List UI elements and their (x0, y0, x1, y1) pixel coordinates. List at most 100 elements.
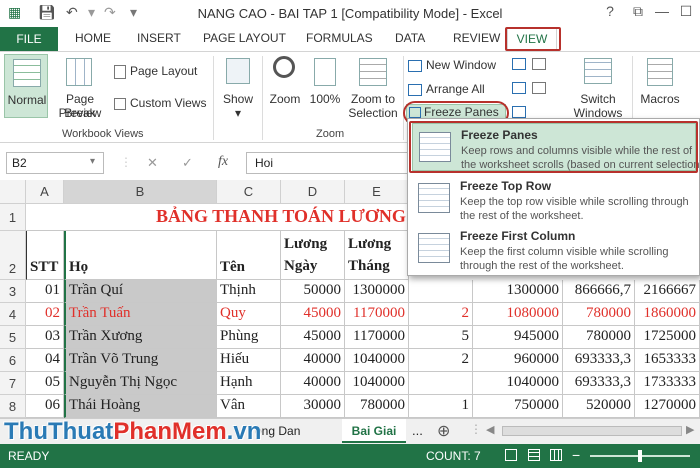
maximize-icon[interactable]: ☐ (676, 3, 696, 20)
select-all-corner[interactable] (0, 180, 26, 204)
normal-view-icon[interactable] (505, 449, 517, 461)
side-by-side-icon[interactable] (532, 58, 546, 70)
arrange-all-button[interactable]: Arrange All (408, 82, 485, 96)
sync-scroll-icon[interactable] (532, 82, 546, 94)
row-header[interactable]: 3 (0, 280, 26, 303)
enter-icon[interactable]: ✓ (182, 155, 193, 171)
table-cell[interactable]: 1300000 (473, 280, 563, 303)
custom-views-button[interactable]: Custom Views (114, 96, 206, 110)
column-header[interactable]: A (26, 180, 64, 204)
table-cell[interactable]: 1040000 (345, 349, 409, 372)
tab-data[interactable]: DATA (395, 31, 425, 45)
table-cell[interactable]: 04 (26, 349, 64, 372)
zoom-to-selection-button[interactable]: Zoom to Selection (345, 54, 401, 120)
table-cell[interactable]: 05 (26, 372, 64, 395)
table-cell[interactable]: 1860000 (635, 303, 700, 326)
table-cell[interactable]: 30000 (281, 395, 345, 418)
table-cell[interactable]: Nguyễn Thị Ngọc (64, 372, 217, 395)
tab-insert[interactable]: INSERT (137, 31, 181, 45)
header-luong-thang[interactable]: Lương Tháng (345, 231, 409, 280)
header-ho[interactable]: Họ (64, 231, 217, 280)
table-cell[interactable]: 45000 (281, 326, 345, 349)
table-cell[interactable]: Trần Võ Trung (64, 349, 217, 372)
row-header[interactable]: 4 (0, 303, 26, 326)
header-ten[interactable]: Tên (217, 231, 281, 280)
normal-view-button[interactable]: Normal (4, 54, 48, 118)
table-cell[interactable]: 866666,7 (563, 280, 635, 303)
macros-button[interactable]: Macros (636, 54, 684, 118)
table-cell[interactable]: 1040000 (473, 372, 563, 395)
table-cell[interactable]: 1653333 (635, 349, 700, 372)
insert-function-icon[interactable]: fx (218, 154, 228, 170)
table-cell[interactable]: 1270000 (635, 395, 700, 418)
switch-windows-button[interactable]: Switch Windows (568, 54, 628, 120)
menu-item-freeze-first-column[interactable]: Freeze First Column Keep the first colum… (412, 225, 696, 273)
cancel-icon[interactable]: ✕ (147, 155, 158, 171)
table-cell[interactable]: Thịnh (217, 280, 281, 303)
table-cell[interactable]: 03 (26, 326, 64, 349)
table-cell[interactable]: Hiếu (217, 349, 281, 372)
more-sheets-icon[interactable]: ... (412, 423, 423, 438)
table-cell[interactable]: 2 (409, 349, 473, 372)
table-cell[interactable]: 2 (409, 303, 473, 326)
table-cell[interactable]: 960000 (473, 349, 563, 372)
table-cell[interactable]: Phùng (217, 326, 281, 349)
split-icon[interactable] (512, 58, 526, 70)
table-cell[interactable]: 1170000 (345, 303, 409, 326)
table-cell[interactable]: Quy (217, 303, 281, 326)
table-cell[interactable]: Trần Tuấn (64, 303, 217, 326)
table-cell[interactable]: Trần Xương (64, 326, 217, 349)
table-cell[interactable]: 45000 (281, 303, 345, 326)
table-cell[interactable]: Hạnh (217, 372, 281, 395)
scroll-left-icon[interactable]: ◀ (486, 423, 494, 436)
table-cell[interactable]: 2166667 (635, 280, 700, 303)
table-cell[interactable]: 1170000 (345, 326, 409, 349)
add-sheet-icon[interactable]: ⊕ (437, 421, 450, 441)
scroll-right-icon[interactable]: ▶ (686, 423, 694, 436)
table-cell[interactable]: 945000 (473, 326, 563, 349)
row-header[interactable]: 1 (0, 204, 26, 231)
new-window-button[interactable]: New Window (408, 58, 496, 72)
row-header[interactable]: 5 (0, 326, 26, 349)
table-cell[interactable]: 780000 (563, 326, 635, 349)
zoom-100-button[interactable]: 100% (306, 54, 344, 118)
column-header[interactable]: D (281, 180, 345, 204)
table-cell[interactable]: 750000 (473, 395, 563, 418)
table-cell[interactable]: 780000 (345, 395, 409, 418)
table-cell[interactable]: 5 (409, 326, 473, 349)
chevron-down-icon[interactable]: ▾ (90, 156, 95, 167)
table-cell[interactable]: 693333,3 (563, 372, 635, 395)
row-header[interactable]: 7 (0, 372, 26, 395)
menu-item-freeze-top-row[interactable]: Freeze Top Row Keep the top row visible … (412, 175, 696, 223)
table-cell[interactable] (409, 280, 473, 303)
table-cell[interactable]: 40000 (281, 349, 345, 372)
sheet-tab[interactable]: ong Dan (255, 424, 300, 438)
table-cell[interactable]: 40000 (281, 372, 345, 395)
tab-formulas[interactable]: FORMULAS (306, 31, 373, 45)
sheet-tab-active[interactable]: Bai Giai (342, 419, 406, 443)
table-cell[interactable]: 50000 (281, 280, 345, 303)
table-cell[interactable]: 1 (409, 395, 473, 418)
table-cell[interactable]: Thái Hoàng (64, 395, 217, 418)
table-cell[interactable]: 1300000 (345, 280, 409, 303)
table-cell[interactable]: Vân (217, 395, 281, 418)
table-cell[interactable]: 693333,3 (563, 349, 635, 372)
zoom-slider-thumb[interactable] (638, 450, 642, 462)
hide-icon[interactable] (512, 82, 526, 94)
table-cell[interactable]: 780000 (563, 303, 635, 326)
table-cell[interactable]: 1725000 (635, 326, 700, 349)
help-icon[interactable]: ? (600, 3, 620, 19)
table-cell[interactable]: 01 (26, 280, 64, 303)
table-cell[interactable]: 1080000 (473, 303, 563, 326)
table-cell[interactable]: 1040000 (345, 372, 409, 395)
unhide-icon[interactable] (512, 106, 526, 118)
page-layout-view-icon[interactable] (528, 449, 540, 461)
tab-file[interactable]: FILE (0, 27, 58, 51)
table-cell[interactable]: 520000 (563, 395, 635, 418)
row-header[interactable]: 2 (0, 231, 26, 280)
header-stt[interactable]: STT (26, 231, 64, 280)
table-cell[interactable] (409, 372, 473, 395)
row-header[interactable]: 6 (0, 349, 26, 372)
page-break-preview-button[interactable]: Page Break Preview (50, 54, 110, 120)
table-cell[interactable]: 06 (26, 395, 64, 418)
